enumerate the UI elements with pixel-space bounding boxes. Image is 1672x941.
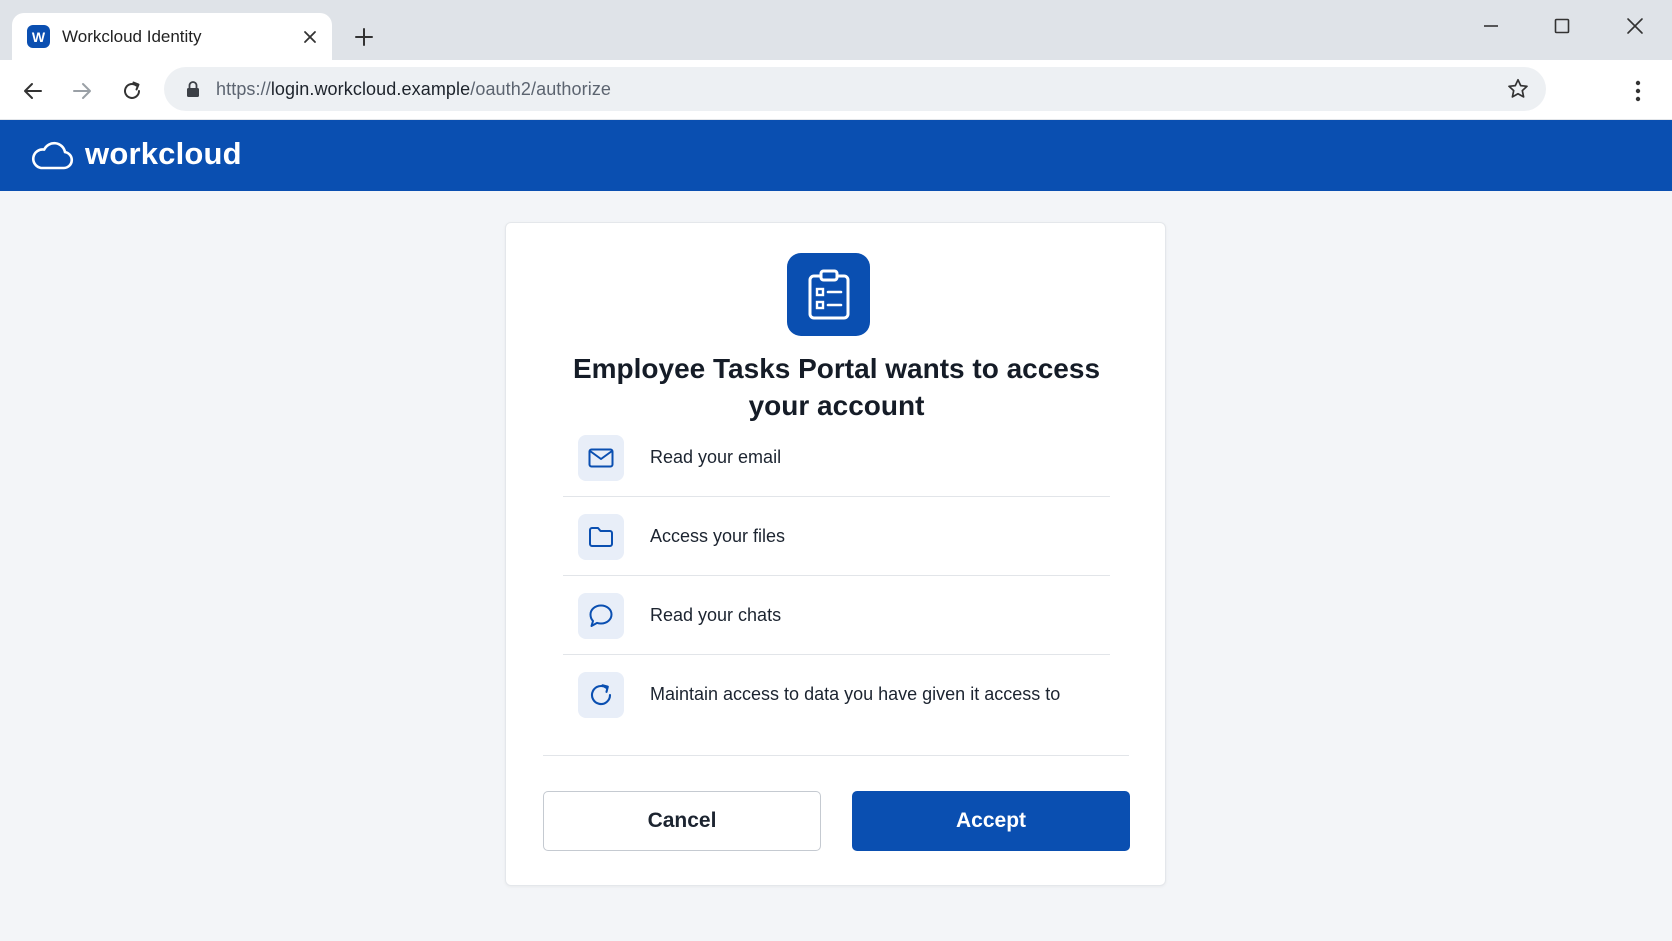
url-scheme: https:// xyxy=(216,79,271,99)
brand-name: workcloud xyxy=(85,136,242,171)
new-tab-plus-icon[interactable] xyxy=(351,24,377,50)
bookmark-star-icon[interactable] xyxy=(1506,77,1530,101)
consent-card: Employee Tasks Portal wants to access yo… xyxy=(505,222,1166,886)
actions-divider xyxy=(543,755,1129,756)
refresh-icon xyxy=(578,672,624,718)
tab-title: Workcloud Identity xyxy=(62,27,202,46)
clipboard-checklist-icon xyxy=(787,253,870,336)
tab-close-icon[interactable] xyxy=(300,27,320,47)
folder-icon xyxy=(578,514,624,560)
url-host: login.workcloud.example xyxy=(270,79,471,99)
permission-item-email: Read your email xyxy=(563,418,1110,497)
address-bar[interactable]: https://login.workcloud.example/oauth2/a… xyxy=(164,67,1546,111)
window-close-icon[interactable] xyxy=(1623,14,1647,38)
forward-arrow-icon[interactable] xyxy=(68,77,96,105)
window-minimize-icon[interactable] xyxy=(1479,14,1503,38)
permission-item-chats: Read your chats xyxy=(563,576,1110,655)
browser-toolbar: https://login.workcloud.example/oauth2/a… xyxy=(0,60,1672,120)
tab-favicon: W xyxy=(27,25,50,48)
mail-icon xyxy=(578,435,624,481)
permission-item-maintain-access: Maintain access to data you have given i… xyxy=(563,655,1110,734)
browser-tab-strip: W Workcloud Identity xyxy=(0,0,1672,60)
lock-icon[interactable] xyxy=(184,80,202,98)
permission-item-files: Access your files xyxy=(563,497,1110,576)
window-maximize-icon[interactable] xyxy=(1550,14,1574,38)
accept-button[interactable]: Accept xyxy=(852,791,1130,851)
browser-menu-icon[interactable] xyxy=(1626,77,1650,105)
back-arrow-icon[interactable] xyxy=(19,77,47,105)
cancel-button[interactable]: Cancel xyxy=(543,791,821,851)
permission-label: Read your email xyxy=(650,447,782,467)
consent-title: Employee Tasks Portal wants to access yo… xyxy=(572,353,1101,421)
url-text: https://login.workcloud.example/oauth2/a… xyxy=(216,79,611,100)
permission-label: Maintain access to data you have given i… xyxy=(650,684,1061,704)
chat-icon xyxy=(578,593,624,639)
browser-tab-active[interactable]: W Workcloud Identity xyxy=(12,13,332,60)
permission-label: Access your files xyxy=(650,526,786,546)
cloud-logo-icon xyxy=(30,140,74,172)
reload-icon[interactable] xyxy=(118,77,146,105)
app-header: workcloud xyxy=(0,120,1672,191)
url-path: /oauth2/authorize xyxy=(470,79,612,99)
permission-label: Read your chats xyxy=(650,605,782,625)
